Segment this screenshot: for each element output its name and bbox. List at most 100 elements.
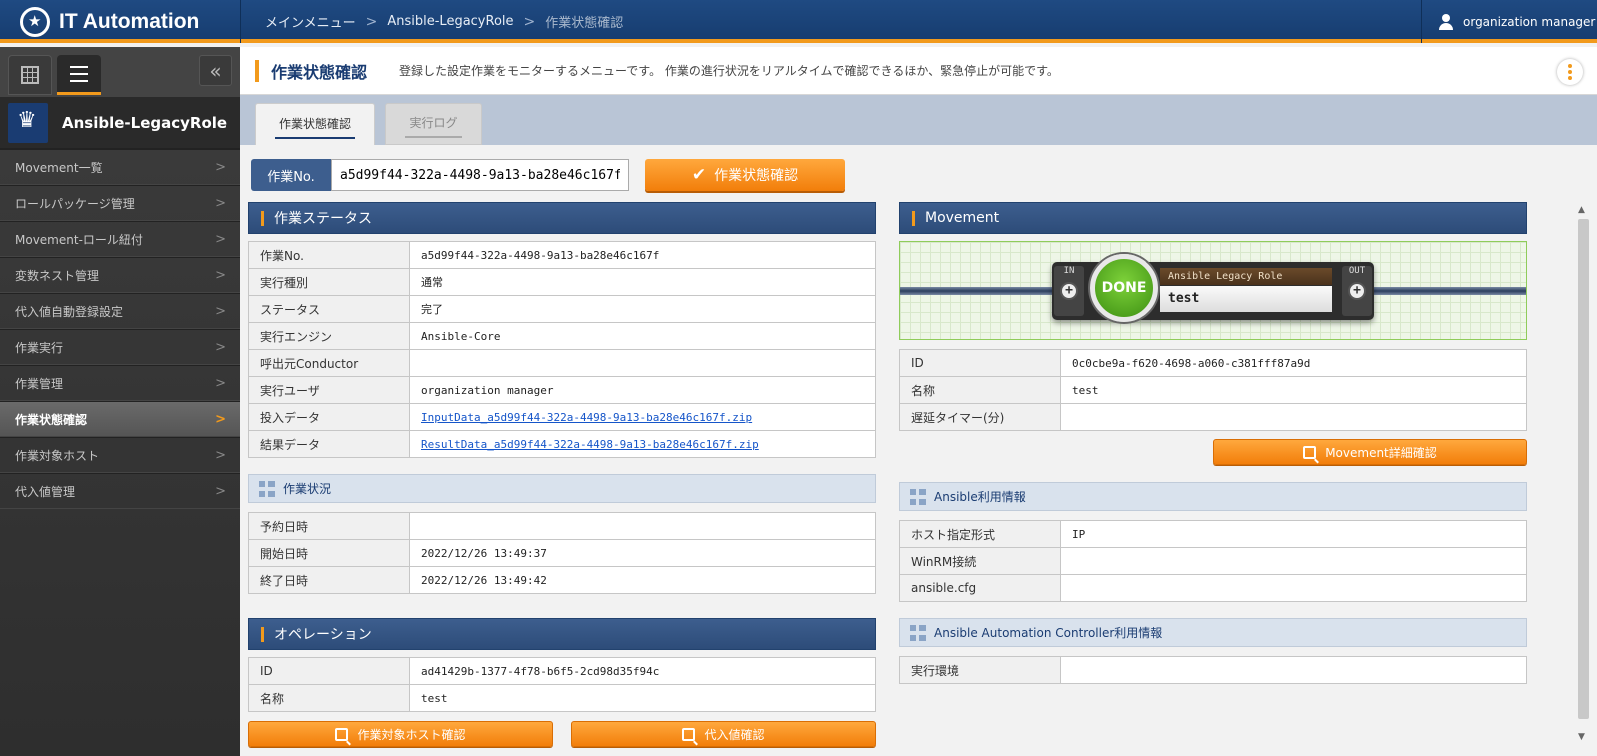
sidebar-item-label: 作業対象ホスト [15,448,100,463]
logo-icon [20,6,50,37]
assigned-value-button[interactable]: 代入値確認 [571,721,876,747]
row-key: 実行エンジン [248,322,410,350]
sidebar-collapse-button[interactable]: « [199,55,232,86]
row-key: 呼出元Conductor [248,349,410,377]
work-progress-table: 予約日時 開始日時 2022/12/26 13:49:37 終了日時 2022/12/2… [248,512,876,594]
operation-header: オペレーション [248,618,876,650]
download-link[interactable]: InputData_a5d99f44-322a-4498-9a13-ba28e4… [421,411,752,424]
in-port: IN + [1054,266,1084,316]
table-row: 遅延タイマー(分) [899,403,1527,431]
section-accent [261,626,264,642]
user-menu[interactable]: organization manager [1421,0,1597,43]
table-row: 実行環境 [899,656,1527,684]
app-title: IT Automation [59,9,200,33]
scrollbar[interactable]: ▲ ▼ [1576,205,1591,750]
sidebar-item-label: 作業管理 [15,376,64,391]
sidebar-item[interactable]: 作業実行 > [0,329,240,365]
chevron-right-icon: > [215,268,226,283]
aac-info-header: Ansible Automation Controller利用情報 [899,618,1527,647]
out-port: OUT + [1342,266,1372,316]
work-status-header: 作業ステータス [248,202,876,234]
table-row: 結果データ ResultData_a5d99f44-322a-4498-9a13-… [248,430,876,458]
movement-header: Movement [899,202,1527,234]
work-status-title: 作業ステータス [274,211,372,227]
sidebar-item[interactable]: Movement一覧 > [0,149,240,185]
chevron-right-icon: > [215,412,226,427]
sidebar-item[interactable]: 代入値管理 > [0,473,240,509]
row-key: 結果データ [248,430,410,458]
row-value: 通常 [409,268,876,296]
movement-detail-button[interactable]: Movement詳細確認 [1213,439,1527,465]
tab-execution-log[interactable]: 実行ログ [385,103,482,145]
tab-menu-list[interactable] [57,55,101,95]
row-key: ID [248,657,410,685]
movement-node[interactable]: IN + DONE Ansible Legacy Role test OUT + [1052,254,1374,322]
row-key: 名称 [899,376,1061,404]
breadcrumb-item-menu-group[interactable]: Ansible-LegacyRole [387,14,513,29]
table-row: 名称 test [899,376,1527,404]
target-host-label: 作業対象ホスト確認 [357,727,466,742]
chevron-right-icon: > [215,160,226,175]
sidebar-item[interactable]: 作業管理 > [0,365,240,401]
row-value [1060,547,1527,575]
magnifier-icon [682,727,696,741]
movement-table: ID 0c0cbe9a-f620-4698-a060-c381fff87a9d 名称… [899,349,1527,431]
sidebar-item[interactable]: 変数ネスト管理 > [0,257,240,293]
target-host-button[interactable]: 作業対象ホスト確認 [248,721,553,747]
table-row: 開始日時 2022/12/26 13:49:37 [248,539,876,567]
row-value [1060,574,1527,602]
chevron-right-icon: > [215,448,226,463]
node-type: Ansible Legacy Role [1160,268,1332,285]
download-link[interactable]: ResultData_a5d99f44-322a-4498-9a13-ba28e… [421,438,759,451]
table-row: 実行ユーザ organization manager [248,376,876,404]
row-value [1060,656,1527,684]
row-key: 投入データ [248,403,410,431]
tab-work-status[interactable]: 作業状態確認 [255,103,375,145]
list-icon [70,65,88,82]
check-status-button[interactable]: ✔ 作業状態確認 [645,159,845,191]
table-row: ステータス 完了 [248,295,876,323]
row-key: ID [899,349,1061,377]
table-row: ID ad41429b-1377-4f78-b6f5-2cd98d35f94c [248,657,876,685]
table-row: 呼出元Conductor [248,349,876,377]
row-value: 完了 [409,295,876,323]
table-row: 作業No. a5d99f44-322a-4498-9a13-ba28e46c167… [248,241,876,269]
app-logo[interactable]: IT Automation [0,0,240,43]
sidebar-item-label: Movement-ロール紐付 [15,232,143,247]
sidebar-item[interactable]: 作業対象ホスト > [0,437,240,473]
row-key: ansible.cfg [899,574,1061,602]
chevron-right-icon: > [365,13,378,30]
sidebar-item[interactable]: Movement-ロール紐付 > [0,221,240,257]
kebab-icon[interactable] [1557,59,1583,85]
row-value: 2022/12/26 13:49:42 [409,566,876,594]
page-description: 登録した設定作業をモニターするメニューです。 作業の進行状況をリアルタイムで確認… [399,64,1059,78]
row-key: 実行種別 [248,268,410,296]
sidebar: « Ansible-LegacyRole Movement一覧>ロールパッケージ… [0,47,240,756]
sidebar-menu: Movement一覧 > ロールパッケージ管理 > Movement-ロール紐付 > 変数ネ… [0,149,240,509]
scroll-down-icon[interactable]: ▼ [1578,732,1585,742]
grid-square-icon [910,488,926,505]
row-value: 0c0cbe9a-f620-4698-a060-c381fff87a9d [1060,349,1527,377]
work-no-input[interactable] [331,159,629,191]
row-key: 作業No. [248,241,410,269]
row-value [409,512,876,540]
work-no-row: 作業No. [251,159,629,191]
row-key: WinRM接続 [899,547,1061,575]
table-row: 名称 test [248,684,876,712]
row-value: Ansible-Core [409,322,876,350]
breadcrumb-item-main-menu[interactable]: メインメニュー [265,12,356,31]
sidebar-item[interactable]: 代入値自動登録設定 > [0,293,240,329]
sidebar-item[interactable]: ロールパッケージ管理 > [0,185,240,221]
grid-square-icon [910,624,926,641]
row-key: ホスト指定形式 [899,520,1061,548]
scroll-thumb[interactable] [1578,219,1589,719]
sidebar-item[interactable]: 作業状態確認 > [0,401,240,437]
movement-detail-label: Movement詳細確認 [1325,445,1437,460]
title-accent [255,59,259,82]
scroll-up-icon[interactable]: ▲ [1578,205,1585,215]
user-name: organization manager [1463,14,1596,29]
work-status-table: 作業No. a5d99f44-322a-4498-9a13-ba28e46c167… [248,241,876,458]
chevron-right-icon: > [215,484,226,499]
movement-diagram: IN + DONE Ansible Legacy Role test OUT + [899,241,1527,340]
tab-menu-grid[interactable] [8,55,52,95]
